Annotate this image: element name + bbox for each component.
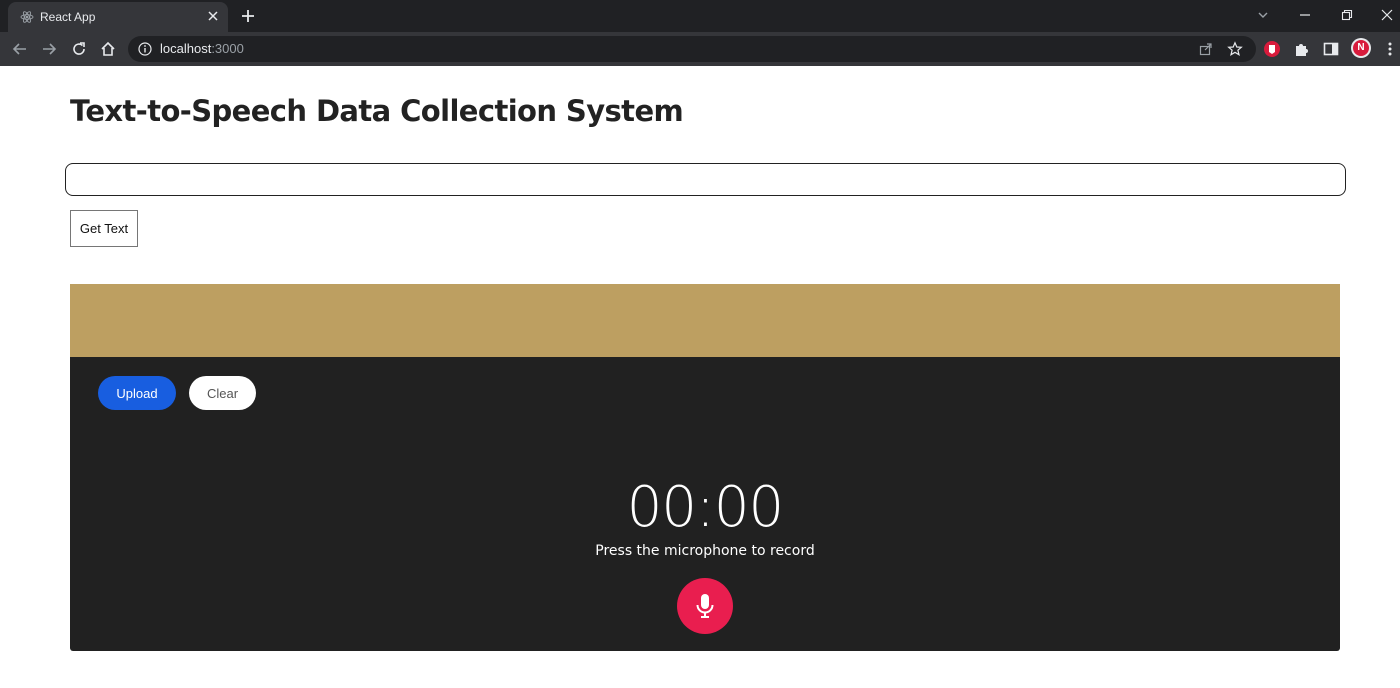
share-icon[interactable]	[1198, 41, 1214, 57]
info-icon[interactable]	[138, 42, 152, 56]
audio-recorder: Upload Clear 00:00 Press the microphone …	[70, 284, 1340, 651]
url-port: :3000	[211, 41, 244, 56]
get-text-button[interactable]: Get Text	[70, 210, 138, 247]
minimize-icon[interactable]	[1298, 8, 1312, 22]
record-instruction: Press the microphone to record	[595, 543, 815, 559]
address-bar[interactable]: localhost:3000	[128, 36, 1256, 62]
avatar-letter: N	[1353, 40, 1369, 56]
sidebar-icon[interactable]	[1322, 40, 1340, 58]
tab-react-app[interactable]: React App	[8, 2, 228, 32]
upload-button[interactable]: Upload	[98, 376, 176, 410]
extension-icon[interactable]	[1263, 40, 1281, 58]
url-host: localhost	[160, 41, 212, 56]
url-text: localhost:3000	[160, 41, 244, 56]
page-title: Text-to-Speech Data Collection System	[70, 94, 684, 128]
chevron-down-icon[interactable]	[1256, 8, 1270, 22]
window-close-icon[interactable]	[1380, 8, 1394, 22]
text-input[interactable]	[65, 163, 1346, 196]
plus-icon[interactable]	[240, 8, 256, 24]
react-icon	[20, 11, 34, 23]
close-icon[interactable]	[206, 9, 220, 23]
recorder-header-band	[70, 284, 1340, 357]
microphone-icon	[696, 594, 714, 618]
profile-avatar[interactable]: N	[1351, 38, 1371, 58]
reload-icon[interactable]	[70, 40, 88, 58]
tab-strip: React App	[0, 0, 1400, 32]
browser-toolbar: localhost:3000	[0, 32, 1400, 66]
menu-icon[interactable]	[1381, 40, 1399, 58]
tab-title: React App	[40, 10, 96, 24]
clear-button[interactable]: Clear	[189, 376, 256, 410]
star-icon[interactable]	[1227, 41, 1243, 57]
home-icon[interactable]	[99, 40, 117, 58]
recording-timer: 00:00	[626, 475, 784, 540]
forward-icon[interactable]	[40, 40, 58, 58]
restore-icon[interactable]	[1340, 8, 1354, 22]
record-button[interactable]	[677, 578, 733, 634]
back-icon[interactable]	[11, 40, 29, 58]
puzzle-icon[interactable]	[1293, 40, 1311, 58]
